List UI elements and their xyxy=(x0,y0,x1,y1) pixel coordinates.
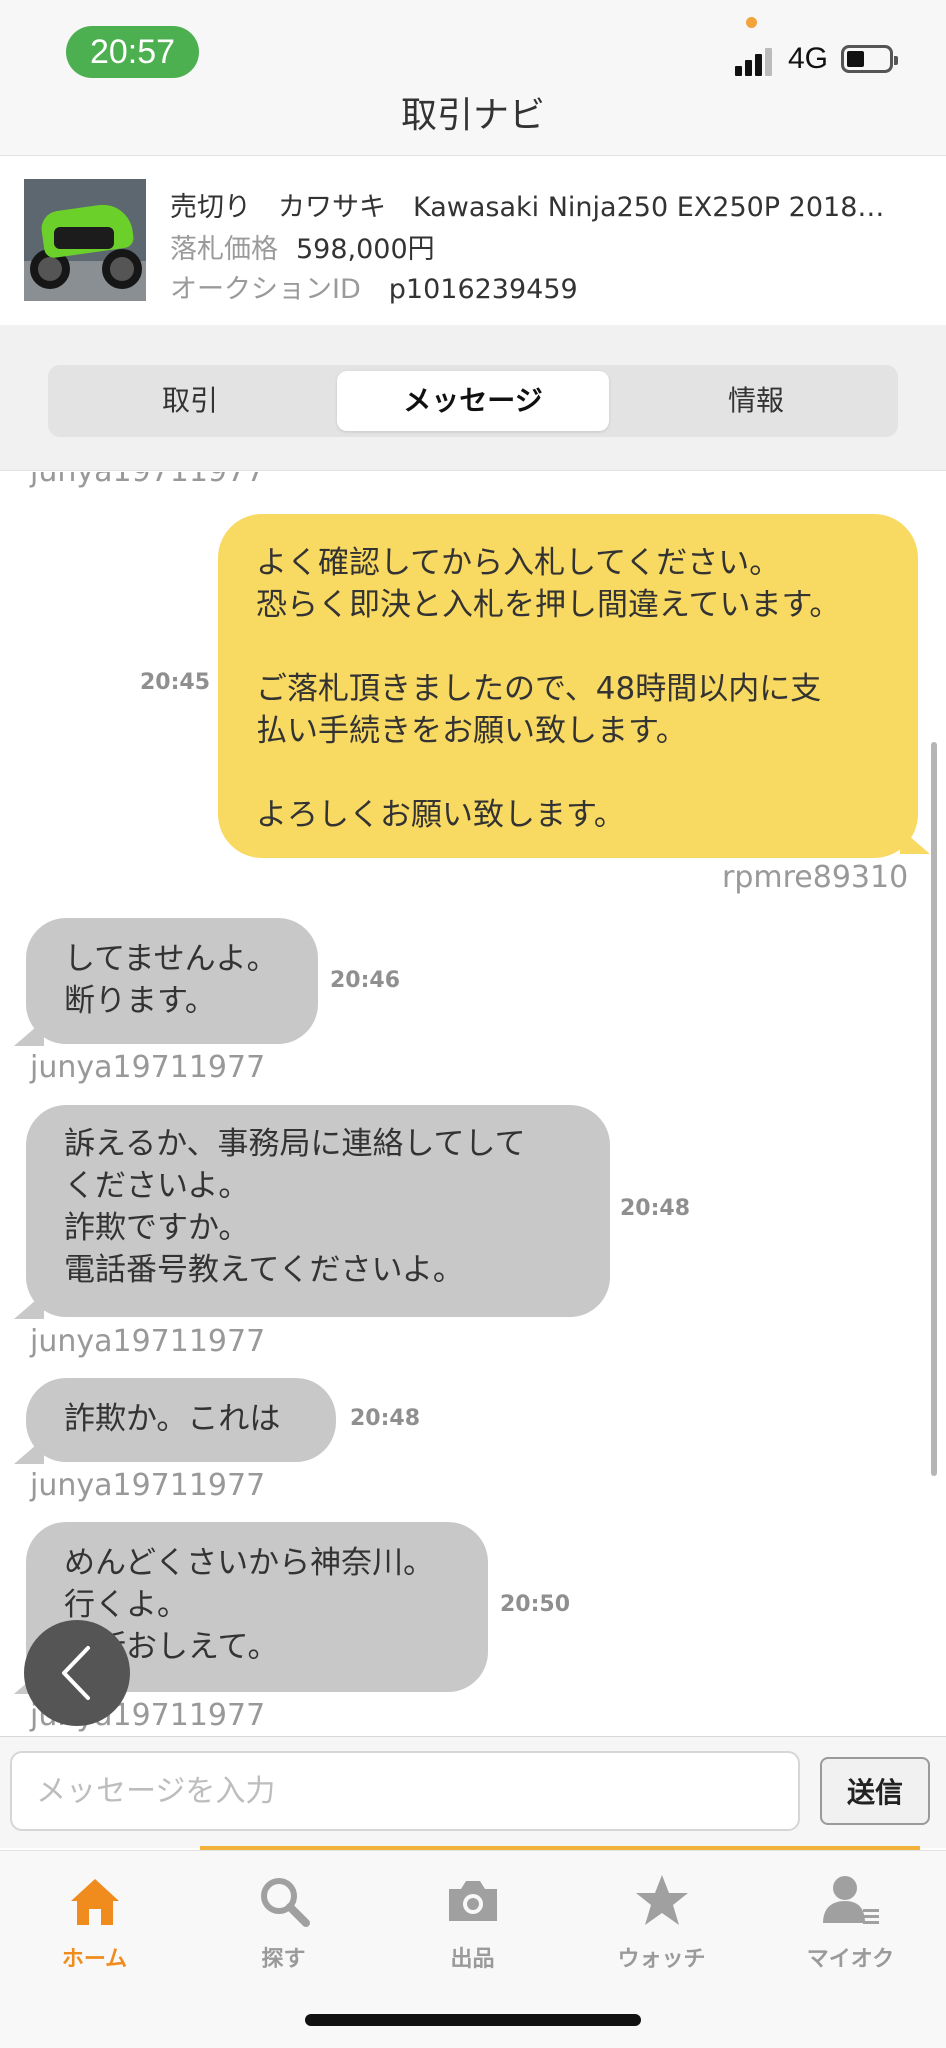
network-type: 4G xyxy=(788,42,829,75)
signal-icon xyxy=(735,46,775,76)
message-time: 20:46 xyxy=(330,968,401,993)
segmented-control: 取引 メッセージ 情報 xyxy=(48,365,898,437)
tab-watch[interactable]: ウォッチ xyxy=(567,1863,756,1983)
message-input[interactable] xyxy=(10,1751,800,1831)
item-summary[interactable]: 売切り カワサキ Kawasaki Ninja250 EX250P 2018… … xyxy=(0,157,946,325)
message-time: 20:45 xyxy=(140,670,211,695)
home-indicator[interactable] xyxy=(305,2014,641,2026)
tab-home[interactable]: ホーム xyxy=(0,1863,189,1983)
tab-sell[interactable]: 出品 xyxy=(378,1863,567,1983)
tab-home-label: ホーム xyxy=(61,1947,128,1972)
incoming-message-bubble: してませんよ。 断ります。 xyxy=(26,918,318,1044)
auction-id-label: オークションID xyxy=(170,274,361,305)
nav-bar: 取引ナビ xyxy=(0,80,946,156)
message-sender: rpmre89310 xyxy=(722,860,909,895)
item-price-row: 落札価格 598,000円 xyxy=(170,227,435,266)
message-time: 20:50 xyxy=(500,1592,571,1617)
item-auction-id-row: オークションID p1016239459 xyxy=(170,267,578,306)
page-title: 取引ナビ xyxy=(400,95,545,136)
tab-trade[interactable]: 取引 xyxy=(54,371,326,431)
message-time: 20:48 xyxy=(350,1406,421,1431)
item-thumbnail[interactable] xyxy=(24,179,146,301)
bubble-tail xyxy=(14,1293,44,1319)
tab-myauction-label: マイオク xyxy=(806,1947,895,1972)
user-list-icon xyxy=(822,1876,879,1924)
message-sender: junya19711977 xyxy=(30,472,265,489)
status-time: 20:57 xyxy=(66,26,199,78)
segment-area: 取引 メッセージ 情報 xyxy=(0,325,946,471)
tab-message[interactable]: メッセージ xyxy=(337,371,609,431)
item-title: 売切り カワサキ Kawasaki Ninja250 EX250P 2018… xyxy=(170,192,885,223)
auction-id-value: p1016239459 xyxy=(388,274,578,305)
message-input-bar: 送信 xyxy=(0,1736,946,1848)
outgoing-message-bubble: よく確認してから入札してください。 恐らく即決と入札を押し間違えています。 ご落… xyxy=(218,514,918,858)
tab-sell-label: 出品 xyxy=(450,1947,495,1972)
scrollbar[interactable] xyxy=(931,742,937,1476)
message-list[interactable]: junya19711977 20:45 よく確認してから入札してください。 恐ら… xyxy=(0,472,946,1736)
camera-icon xyxy=(448,1881,497,1921)
search-icon xyxy=(260,1878,310,1927)
back-button[interactable] xyxy=(24,1620,130,1726)
tab-search[interactable]: 探す xyxy=(189,1863,378,1983)
incoming-message-bubble: 詐欺か。これは xyxy=(26,1378,336,1462)
tab-info[interactable]: 情報 xyxy=(620,371,892,431)
message-sender: junya19711977 xyxy=(30,1468,266,1503)
tab-search-label: 探す xyxy=(261,1947,306,1972)
home-icon xyxy=(70,1879,119,1925)
star-icon xyxy=(635,1875,688,1925)
tab-myauction[interactable]: マイオク xyxy=(756,1863,945,1983)
bubble-tail xyxy=(14,1020,44,1046)
bubble-tail xyxy=(900,828,930,854)
price-value: 598,000円 xyxy=(296,234,435,265)
chevron-left-icon xyxy=(62,1646,90,1700)
tab-watch-label: ウォッチ xyxy=(617,1947,706,1972)
status-bar: 20:57 4G xyxy=(0,0,946,80)
incoming-message-bubble: 訴えるか、事務局に連絡してして くださいよ。 詐欺ですか。 電話番号教えてくださ… xyxy=(26,1105,610,1317)
send-button[interactable]: 送信 xyxy=(820,1757,930,1825)
battery-icon xyxy=(841,45,898,73)
message-sender: junya19711977 xyxy=(30,1324,266,1359)
privacy-indicator-dot xyxy=(746,17,757,28)
message-time: 20:48 xyxy=(620,1196,691,1221)
message-sender: junya19711977 xyxy=(30,1050,266,1085)
bubble-tail xyxy=(14,1438,44,1464)
price-label: 落札価格 xyxy=(170,234,278,265)
